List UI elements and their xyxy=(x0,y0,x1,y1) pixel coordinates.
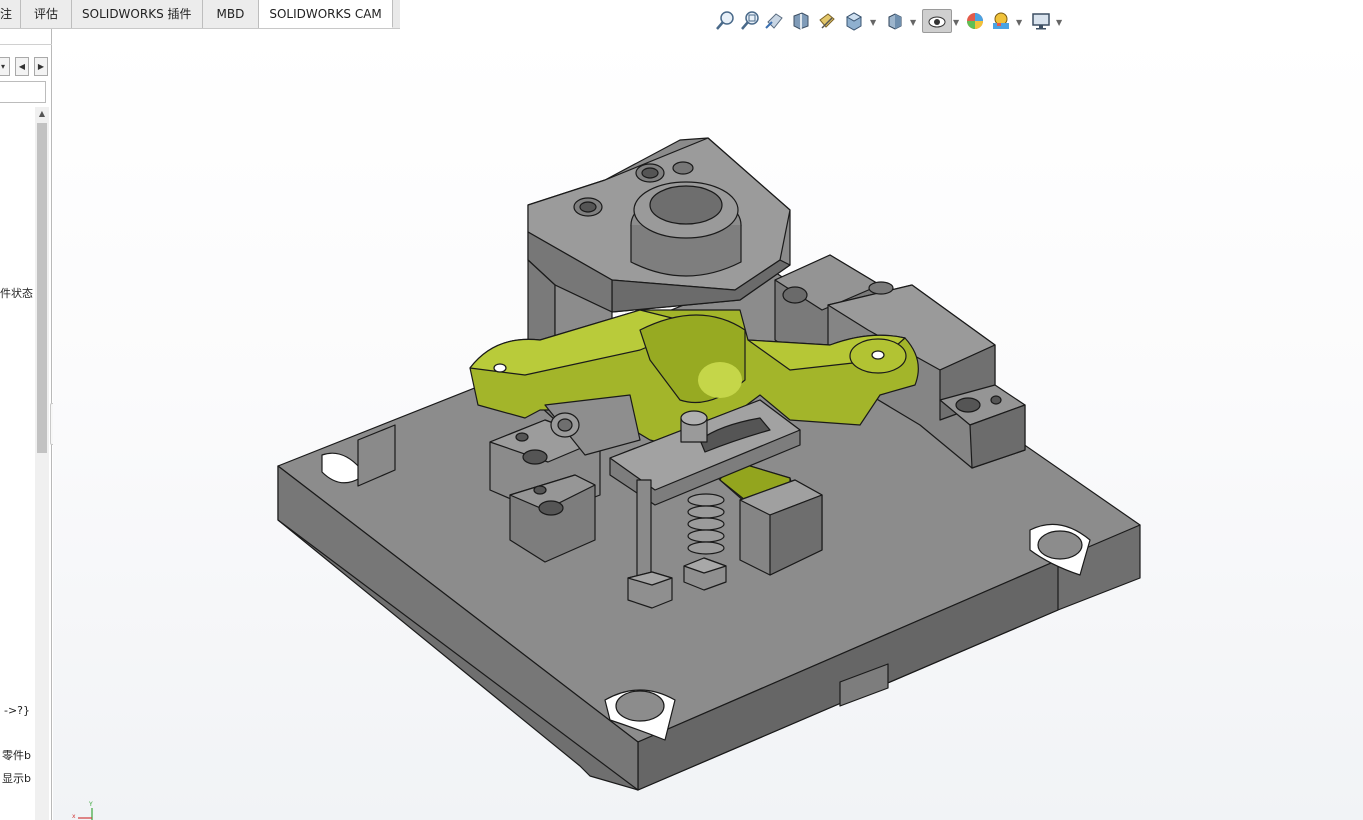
zoom-to-area-icon[interactable] xyxy=(739,10,761,32)
edit-appearance-icon[interactable] xyxy=(964,10,986,32)
command-manager-tabs: 标注 评估 SOLIDWORKS 插件 MBD SOLIDWORKS CAM xyxy=(0,0,400,29)
hide-show-items-button[interactable] xyxy=(922,9,952,33)
previous-view-icon[interactable] xyxy=(764,10,786,32)
tab-mbd[interactable]: MBD xyxy=(202,0,260,28)
section-view-icon[interactable] xyxy=(790,10,812,32)
scroll-up-icon[interactable]: ▲ xyxy=(35,107,49,121)
tree-item-state[interactable]: 件状态 xyxy=(0,285,34,301)
tab-solidworks-addins[interactable]: SOLIDWORKS 插件 xyxy=(72,0,203,28)
feature-manager-panel: ▾ ◀ ▶ ▲ 件状态 ->?} 零件b 显示b xyxy=(0,29,52,820)
tab-annotation[interactable]: 标注 xyxy=(0,0,22,28)
filter-field[interactable] xyxy=(0,81,46,103)
scroll-left-icon[interactable]: ◀ xyxy=(15,57,29,76)
chevron-down-icon[interactable]: ▼ xyxy=(1016,18,1022,27)
panel-header xyxy=(0,32,52,45)
chevron-down-icon[interactable]: ▼ xyxy=(953,18,959,27)
scrollbar-thumb[interactable] xyxy=(37,123,47,453)
view-orientation-icon[interactable] xyxy=(843,10,865,32)
svg-text:Y: Y xyxy=(88,801,93,808)
hide-show-items-icon xyxy=(928,16,946,28)
display-style-icon[interactable] xyxy=(884,10,906,32)
tab-solidworks-cam[interactable]: SOLIDWORKS CAM xyxy=(259,0,393,28)
tree-item-expression[interactable]: ->?} xyxy=(4,704,38,717)
chevron-down-icon[interactable]: ▼ xyxy=(1056,18,1062,27)
zoom-to-fit-icon[interactable] xyxy=(714,10,736,32)
svg-text:x: x xyxy=(72,813,76,820)
apply-scene-icon[interactable] xyxy=(990,10,1012,32)
panel-tab-icon[interactable]: ▾ xyxy=(0,57,10,76)
graphics-viewport[interactable] xyxy=(53,29,1363,820)
scroll-right-icon[interactable]: ▶ xyxy=(34,57,48,76)
chevron-down-icon[interactable]: ▼ xyxy=(910,18,916,27)
chevron-down-icon[interactable]: ▼ xyxy=(870,18,876,27)
tree-item-display[interactable]: 显示b xyxy=(2,770,36,786)
fixture-assembly-model[interactable] xyxy=(53,29,1363,820)
dynamic-annotation-icon[interactable] xyxy=(816,10,838,32)
heads-up-view-toolbar: ▼ ▼ ▼ ▼ ▼ xyxy=(712,9,1072,34)
panel-tab-nav: ▾ ◀ ▶ xyxy=(0,57,52,77)
tree-item-part[interactable]: 零件b xyxy=(2,747,36,763)
coordinate-triad-icon: Y x xyxy=(72,801,93,820)
view-settings-icon[interactable] xyxy=(1030,10,1052,32)
tab-evaluate[interactable]: 评估 xyxy=(21,0,73,28)
